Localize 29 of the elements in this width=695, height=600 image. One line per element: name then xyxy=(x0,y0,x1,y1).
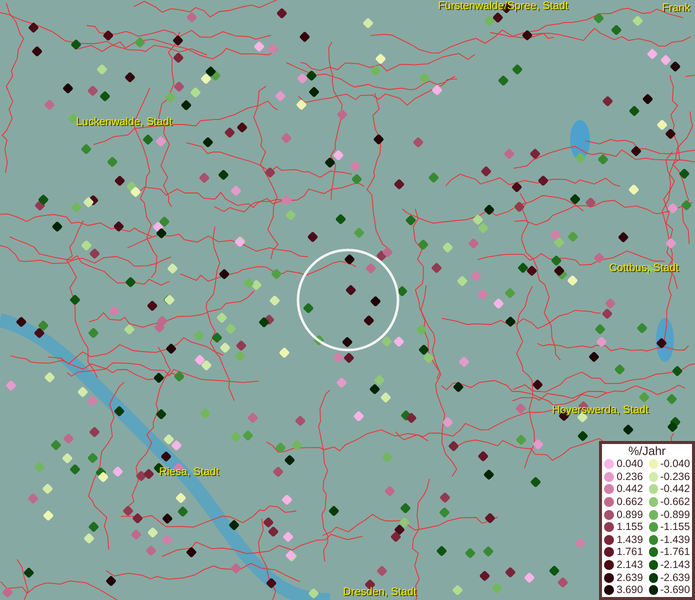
legend-value: -1.155 xyxy=(660,521,690,534)
lake-drawing xyxy=(656,318,674,362)
place-label: Riesa, Stadt xyxy=(159,466,219,479)
legend-value: 1.761 xyxy=(616,546,644,558)
legend-value: -0.662 xyxy=(660,496,690,508)
place-label: Frank xyxy=(662,2,690,15)
legend-value: 2.639 xyxy=(616,572,644,584)
legend-value: -0.040 xyxy=(660,458,690,470)
legend-value: -2.143 xyxy=(660,559,690,572)
legend-value: 0.236 xyxy=(616,470,644,483)
legend-value: 0.040 xyxy=(616,458,644,470)
legend-value: -3.690 xyxy=(660,584,690,596)
legend-value: 1.155 xyxy=(616,521,644,534)
legend-value: 0.899 xyxy=(616,508,644,521)
legend-value: 2.143 xyxy=(616,559,644,572)
legend-value: 0.442 xyxy=(616,483,644,496)
legend-value: 0.662 xyxy=(616,496,644,508)
legend-value: -1.761 xyxy=(660,546,690,558)
legend-title: %/Jahr xyxy=(627,445,667,458)
selection-circle[interactable] xyxy=(296,248,400,352)
legend-value: 3.690 xyxy=(616,584,644,596)
legend-value: -1.439 xyxy=(660,534,690,546)
lake-drawing xyxy=(570,120,590,160)
legend-value: 1.439 xyxy=(616,534,644,546)
legend-value: -0.236 xyxy=(660,470,690,483)
place-label: Hoyerswerda, Stadt xyxy=(552,404,649,417)
legend-value: -0.442 xyxy=(660,483,690,496)
legend-value: -0.899 xyxy=(660,508,690,521)
legend-value: -2.639 xyxy=(660,572,690,584)
